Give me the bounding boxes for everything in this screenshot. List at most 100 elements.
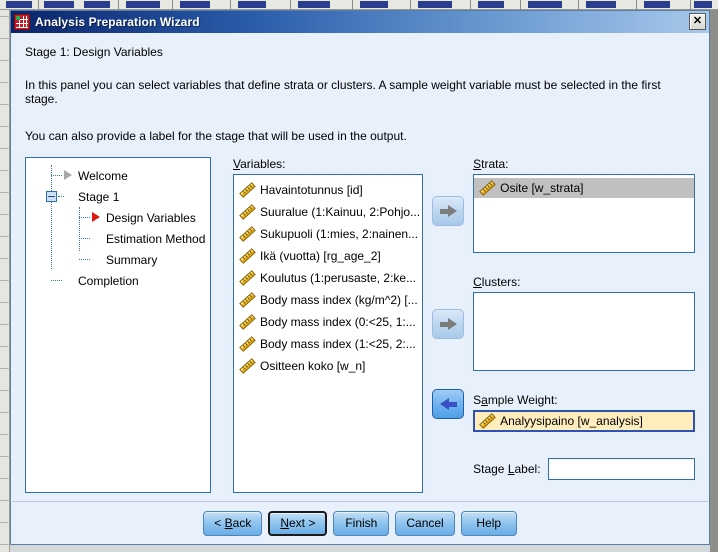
background-toolbar-text <box>360 1 388 8</box>
background-toolbar-text <box>694 1 712 8</box>
background-row-divider <box>0 38 10 39</box>
sidebar-item-summary[interactable]: Summary <box>26 249 210 270</box>
sample-weight-label: Sample Weight: <box>473 393 558 407</box>
transfer-buttons-column <box>423 157 473 493</box>
background-row-divider <box>0 456 10 457</box>
background-toolbar-divider <box>690 0 691 10</box>
list-item[interactable]: Body mass index (1:<25, 2:... <box>234 333 422 355</box>
sample-weight-value: Analyysipaino [w_analysis] <box>500 414 643 428</box>
back-button[interactable]: < Back <box>203 510 263 536</box>
sidebar-item-estimation-method[interactable]: Estimation Method <box>26 228 210 249</box>
tree-connector-summary <box>79 259 90 260</box>
variable-label: Koulutus (1:perusaste, 2:ke... <box>260 271 417 285</box>
variables-list[interactable]: Havaintotunnus [id] Suuralue (1:Kainuu, … <box>233 174 424 493</box>
close-icon[interactable]: ✕ <box>689 13 706 30</box>
sidebar-item-label: Estimation Method <box>106 231 206 246</box>
scale-ruler-icon <box>239 336 256 352</box>
background-row-divider <box>0 544 10 545</box>
scale-ruler-icon <box>239 314 256 330</box>
scale-ruler-icon <box>479 180 496 196</box>
list-item[interactable]: Body mass index (0:<25, 1:... <box>234 311 422 333</box>
background-row-divider <box>0 126 10 127</box>
background-row-divider <box>0 280 10 281</box>
background-row-divider <box>0 104 10 105</box>
next-button[interactable]: Next > <box>268 510 328 536</box>
background-toolbar-text <box>84 1 110 8</box>
background-toolbar-divider <box>290 0 291 10</box>
background-row-divider <box>0 60 10 61</box>
spss-data-grid-icon <box>14 14 30 30</box>
background-toolbar-divider <box>118 0 119 10</box>
sidebar-item-label: Completion <box>78 273 139 288</box>
arrow-left-icon <box>439 397 457 411</box>
background-row-divider <box>0 324 10 325</box>
background-toolbar-divider <box>230 0 231 10</box>
variable-label: Body mass index (1:<25, 2:... <box>260 337 416 351</box>
header-text-block: Stage 1: Design Variables In this panel … <box>11 33 709 157</box>
sidebar-item-label: Stage 1 <box>78 189 120 204</box>
stage-label-input[interactable] <box>547 458 695 480</box>
dialog-footer: < Back Next > Finish Cancel Help <box>11 502 709 544</box>
background-toolbar-divider <box>578 0 579 10</box>
variable-label: Sukupuoli (1:mies, 2:nainen... <box>260 227 419 241</box>
background-toolbar-text <box>478 1 504 8</box>
cancel-button[interactable]: Cancel <box>395 510 455 536</box>
move-to-strata-button[interactable] <box>432 196 465 226</box>
background-row-divider <box>0 500 10 501</box>
scale-ruler-icon <box>239 248 256 264</box>
move-weight-back-button[interactable] <box>432 389 465 419</box>
scale-ruler-icon <box>239 358 256 374</box>
background-row-divider <box>0 170 10 171</box>
collapse-box-icon[interactable] <box>46 191 57 202</box>
background-row-divider <box>0 522 10 523</box>
list-item[interactable]: Sukupuoli (1:mies, 2:nainen... <box>234 223 422 245</box>
background-left-edge <box>0 10 10 552</box>
stage-label-caption: Stage Label: <box>473 462 541 476</box>
wizard-step-tree[interactable]: Welcome Stage 1 Design Variables Estimat… <box>25 157 211 493</box>
strata-variable-label: Osite [w_strata] <box>500 181 584 195</box>
move-to-clusters-button[interactable] <box>432 309 465 339</box>
background-toolbar-text <box>644 1 670 8</box>
sidebar-item-stage-1[interactable]: Stage 1 <box>26 186 210 207</box>
list-item[interactable]: Body mass index (kg/m^2) [... <box>234 289 422 311</box>
background-row-divider <box>0 16 10 17</box>
triangle-red-icon <box>92 212 100 222</box>
background-toolbar-text <box>44 1 74 8</box>
list-item[interactable]: Ositteen koko [w_n] <box>234 355 422 377</box>
variables-column: Variables: Havaintotunnus [id] Suuralue … <box>233 157 424 493</box>
sidebar-item-completion[interactable]: Completion <box>26 270 210 291</box>
help-button[interactable]: Help <box>460 510 517 536</box>
strata-label: Strata: <box>473 157 509 171</box>
list-item[interactable]: Koulutus (1:perusaste, 2:ke... <box>234 267 422 289</box>
sample-weight-field[interactable]: Analyysipaino [w_analysis] <box>473 410 695 432</box>
background-row-divider <box>0 192 10 193</box>
arrow-right-icon <box>439 204 457 218</box>
sidebar-item-welcome[interactable]: Welcome <box>26 165 210 186</box>
sidebar-item-design-variables[interactable]: Design Variables <box>26 207 210 228</box>
variables-label: Variables: <box>233 157 286 171</box>
list-item[interactable]: Suuralue (1:Kainuu, 2:Pohjo... <box>234 201 422 223</box>
dialog-titlebar: Analysis Preparation Wizard ✕ <box>11 11 709 33</box>
tree-connector-stage1-stub <box>58 196 64 197</box>
background-row-divider <box>0 390 10 391</box>
background-toolbar-text <box>180 1 210 8</box>
variable-label: Body mass index (kg/m^2) [... <box>260 293 418 307</box>
clusters-list[interactable] <box>473 292 695 371</box>
scale-ruler-icon <box>239 182 256 198</box>
list-item[interactable]: Havaintotunnus [id] <box>234 179 422 201</box>
description-line-2: You can also provide a label for the sta… <box>25 129 407 143</box>
finish-button[interactable]: Finish <box>333 510 390 536</box>
dialog-title: Analysis Preparation Wizard <box>35 15 200 29</box>
background-row-divider <box>0 236 10 237</box>
scale-ruler-icon <box>239 204 256 220</box>
list-item[interactable]: Osite [w_strata] <box>474 178 694 198</box>
description-line-1: In this panel you can select variables t… <box>25 78 661 106</box>
background-toolbar-text <box>528 1 562 8</box>
scale-ruler-icon <box>239 226 256 242</box>
targets-column: Strata: Osite [w_strata] Clusters: Sampl… <box>473 157 695 493</box>
analysis-preparation-wizard-dialog: Analysis Preparation Wizard ✕ Stage 1: D… <box>10 10 710 545</box>
strata-list[interactable]: Osite [w_strata] <box>473 174 695 253</box>
background-toolbar-text <box>586 1 616 8</box>
triangle-gray-icon <box>64 170 72 180</box>
list-item[interactable]: Ikä (vuotta) [rg_age_2] <box>234 245 422 267</box>
